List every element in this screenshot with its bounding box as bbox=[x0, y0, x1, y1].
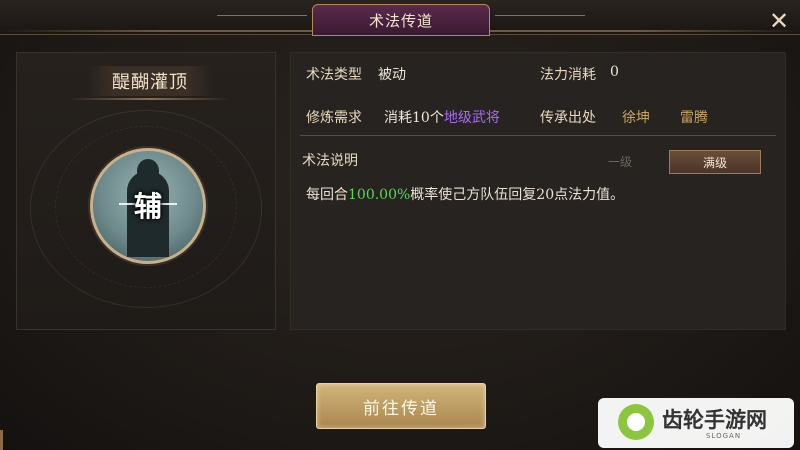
source-link-1[interactable]: 徐坤 bbox=[622, 107, 650, 127]
requirement-prefix: 消耗10个 bbox=[384, 110, 444, 126]
description-label: 术法说明 bbox=[302, 153, 358, 169]
type-label: 术法类型 bbox=[306, 67, 362, 83]
tab-level-max[interactable]: 满级 bbox=[669, 150, 761, 174]
source-label: 传承出处 bbox=[540, 110, 596, 126]
watermark: 齿轮手游网 SLOGAN bbox=[598, 398, 794, 448]
desc-suffix: 概率使己方队伍回复20点法力值。 bbox=[410, 187, 625, 203]
corner-ornament bbox=[0, 430, 19, 450]
section-divider bbox=[300, 135, 776, 136]
requirement-highlight: 地级武将 bbox=[443, 110, 500, 126]
skill-name: 醍醐灌顶 bbox=[87, 66, 213, 96]
watermark-sub: SLOGAN bbox=[706, 432, 742, 440]
role-char: 辅 bbox=[133, 190, 162, 223]
cost-label: 法力消耗 bbox=[540, 67, 596, 83]
source-link-2[interactable]: 雷腾 bbox=[680, 107, 708, 127]
close-icon[interactable]: ✕ bbox=[762, 4, 796, 38]
watermark-logo-icon bbox=[618, 404, 654, 440]
watermark-text: 齿轮手游网 bbox=[662, 408, 767, 432]
go-transmit-button[interactable]: 前往传道 bbox=[316, 383, 486, 429]
desc-prefix: 每回合 bbox=[306, 187, 348, 203]
requirement-value: 消耗10个地级武将 bbox=[384, 107, 500, 127]
desc-highlight: 100.00% bbox=[348, 187, 411, 203]
top-banner: 术法传道 ✕ bbox=[0, 0, 800, 38]
cost-value: 0 bbox=[610, 64, 619, 80]
type-value: 被动 bbox=[378, 67, 406, 83]
divider bbox=[70, 98, 230, 100]
description-text: 每回合100.00%概率使己方队伍回复20点法力值。 bbox=[306, 184, 624, 204]
game-screen: 术法传道 ✕ 醍醐灌顶 辅 术法类型 被动 法力消耗 0 修炼需求 消耗10个地… bbox=[0, 0, 800, 450]
tab-level-1[interactable]: 一级 bbox=[590, 150, 650, 172]
requirement-label: 修炼需求 bbox=[306, 110, 362, 126]
window-title: 术法传道 bbox=[217, 4, 585, 36]
strategist-portrait-icon: 辅 bbox=[90, 148, 206, 264]
